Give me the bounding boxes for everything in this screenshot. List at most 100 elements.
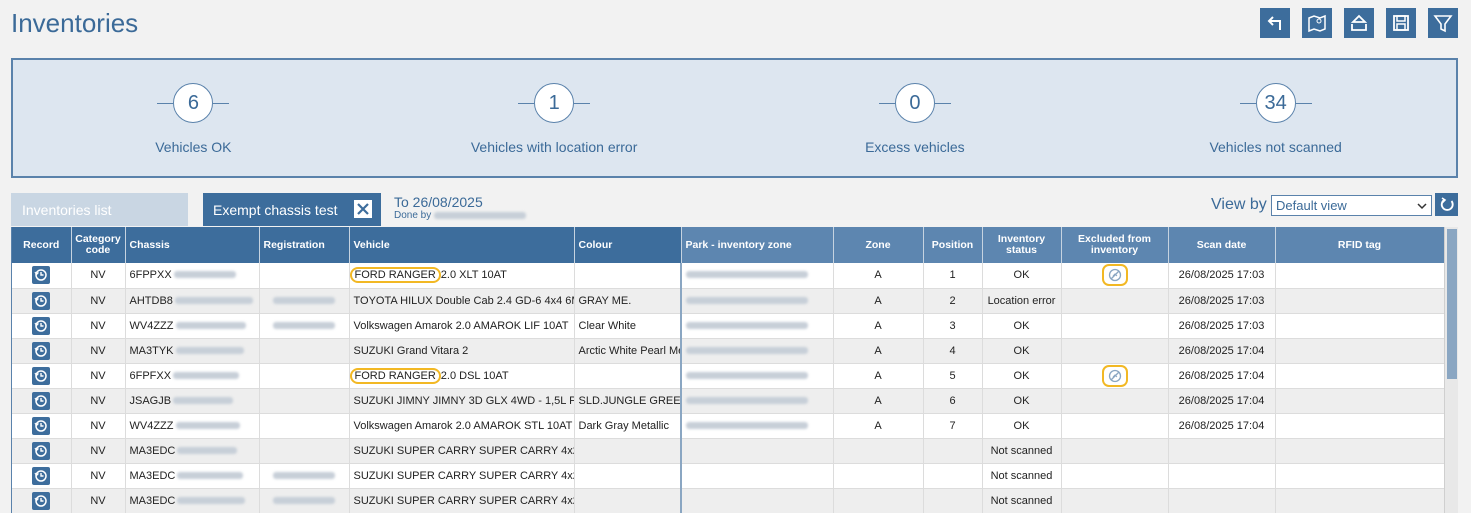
col-zone[interactable]: Zone — [833, 227, 924, 263]
col-rfid[interactable]: RFID tag — [1275, 227, 1445, 263]
excluded-cell — [1061, 463, 1169, 489]
rfid-cell — [1275, 388, 1445, 414]
category-cell: NV — [71, 488, 126, 513]
vehicle-cell: Volkswagen Amarok 2.0 AMAROK LIF 10AT — [349, 313, 575, 339]
chassis-prefix: WV4ZZZ — [129, 319, 174, 332]
table-row[interactable]: NV AHTDB8 TOYOTA HILUX Double Cab 2.4 GD-6… — [12, 288, 1445, 314]
rfid-cell — [1275, 413, 1445, 439]
record-history-icon[interactable] — [32, 366, 51, 385]
col-scan-date[interactable]: Scan date — [1168, 227, 1276, 263]
col-colour[interactable]: Colour — [574, 227, 682, 263]
record-cell[interactable] — [12, 488, 72, 513]
stat-label: Excess vehicles — [865, 139, 965, 155]
record-cell[interactable] — [12, 288, 72, 314]
col-registration[interactable]: Registration — [259, 227, 350, 263]
filter-button[interactable] — [1428, 8, 1458, 38]
colour-cell — [574, 263, 682, 289]
status-cell: OK — [982, 263, 1062, 289]
col-status[interactable]: Inventory status — [982, 227, 1062, 263]
park-cell — [680, 288, 834, 314]
zone-cell — [833, 488, 924, 513]
status-cell: OK — [982, 338, 1062, 364]
view-select[interactable]: Default view — [1271, 195, 1432, 216]
chassis-prefix: MA3EDC — [129, 444, 176, 457]
vehicle-cell: FORD RANGER 2.0 DSL 10AT — [349, 363, 575, 389]
scrollbar-thumb[interactable] — [1447, 229, 1457, 379]
record-history-icon[interactable] — [32, 466, 51, 485]
colour-cell: GRAY ME. — [574, 288, 682, 314]
record-cell[interactable] — [12, 338, 72, 364]
record-cell[interactable] — [12, 463, 72, 489]
col-vehicle[interactable]: Vehicle — [349, 227, 575, 263]
zone-cell: A — [833, 263, 924, 289]
vehicle-trim: 2.0 XLT 10AT — [440, 269, 507, 282]
table-row[interactable]: NV 6FPFXX FORD RANGER 2.0 DSL 10AT A 5 OK 26/08… — [12, 363, 1445, 389]
category-cell: NV — [71, 338, 126, 364]
tab-exempt-chassis-test[interactable]: Exempt chassis test — [203, 193, 381, 226]
chassis-cell: MA3EDC — [125, 488, 260, 513]
reset-view-button[interactable] — [1435, 193, 1458, 216]
status-cell: Location error — [982, 288, 1062, 314]
record-history-icon[interactable] — [32, 316, 51, 335]
redacted-user — [434, 212, 527, 219]
map-pin-icon — [1308, 14, 1326, 33]
category-cell: NV — [71, 363, 126, 389]
tab-inventories-list[interactable]: Inventories list — [11, 193, 188, 226]
vehicle-name: SUZUKI SUPER CARRY SUPER CARRY 4x2 - 1, — [353, 494, 574, 507]
position-cell — [923, 488, 983, 513]
table-row[interactable]: NV JSAGJB SUZUKI JIMNY JIMNY 3D GLX 4WD - … — [12, 388, 1445, 414]
record-history-icon[interactable] — [32, 441, 51, 460]
excluded-cell — [1061, 288, 1169, 314]
table-row[interactable]: NV MA3EDC SUZUKI SUPER CARRY SUPER CARRY 4… — [12, 488, 1445, 513]
registration-cell — [259, 463, 350, 489]
table-row[interactable]: NV WV4ZZZ Volkswagen Amarok 2.0 AMAROK LIF… — [12, 313, 1445, 339]
chassis-cell: 6FPFXX — [125, 363, 260, 389]
col-park[interactable]: Park - inventory zone — [681, 227, 834, 263]
registration-cell — [259, 388, 350, 414]
excluded-cell — [1061, 488, 1169, 513]
record-history-icon[interactable] — [32, 341, 51, 360]
record-history-icon[interactable] — [32, 491, 51, 510]
table-row[interactable]: NV MA3EDC SUZUKI SUPER CARRY SUPER CARRY 4… — [12, 463, 1445, 489]
table-scrollbar[interactable] — [1444, 227, 1458, 513]
record-cell[interactable] — [12, 438, 72, 464]
table-row[interactable]: NV MA3EDC SUZUKI SUPER CARRY SUPER CARRY 4… — [12, 438, 1445, 464]
redacted-registration — [273, 496, 335, 504]
table-row[interactable]: NV 6FPPXX FORD RANGER 2.0 XLT 10AT A 1 OK 26/08… — [12, 263, 1445, 289]
excluded-badge[interactable] — [1101, 264, 1128, 287]
table-row[interactable]: NV WV4ZZZ Volkswagen Amarok 2.0 AMAROK STL… — [12, 413, 1445, 439]
chassis-prefix: AHTDB8 — [129, 294, 173, 307]
inventory-done-by: Done by — [394, 210, 527, 221]
col-excluded[interactable]: Excluded from inventory — [1061, 227, 1169, 263]
redacted-chassis — [177, 471, 244, 479]
record-history-icon[interactable] — [32, 291, 51, 310]
registration-cell — [259, 413, 350, 439]
upload-button[interactable] — [1344, 8, 1374, 38]
col-record[interactable]: Record — [12, 227, 72, 263]
record-cell[interactable] — [12, 263, 72, 289]
zone-cell: A — [833, 288, 924, 314]
record-history-icon[interactable] — [32, 416, 51, 435]
col-position[interactable]: Position — [923, 227, 983, 263]
record-cell[interactable] — [12, 363, 72, 389]
stat-value: 0 — [894, 83, 935, 123]
col-chassis[interactable]: Chassis — [125, 227, 260, 263]
map-button[interactable] — [1302, 8, 1332, 38]
table-row[interactable]: NV MA3TYK SUZUKI Grand Vitara 2 Arctic Whit… — [12, 338, 1445, 364]
record-cell[interactable] — [12, 413, 72, 439]
redacted-park — [686, 421, 808, 429]
save-button[interactable] — [1386, 8, 1416, 38]
undo-button[interactable] — [1260, 8, 1290, 38]
scan-date-cell — [1168, 488, 1276, 513]
record-cell[interactable] — [12, 313, 72, 339]
excluded-cell — [1061, 363, 1169, 389]
col-category[interactable]: Category code — [71, 227, 126, 263]
close-tab-button[interactable] — [354, 200, 372, 218]
zone-cell: A — [833, 388, 924, 414]
stats-panel: 6 Vehicles OK 1 Vehicles with location e… — [11, 58, 1458, 178]
excluded-badge[interactable] — [1101, 364, 1128, 387]
record-cell[interactable] — [12, 388, 72, 414]
chassis-prefix: 6FPPXX — [129, 269, 172, 282]
record-history-icon[interactable] — [32, 266, 51, 285]
record-history-icon[interactable] — [32, 391, 51, 410]
